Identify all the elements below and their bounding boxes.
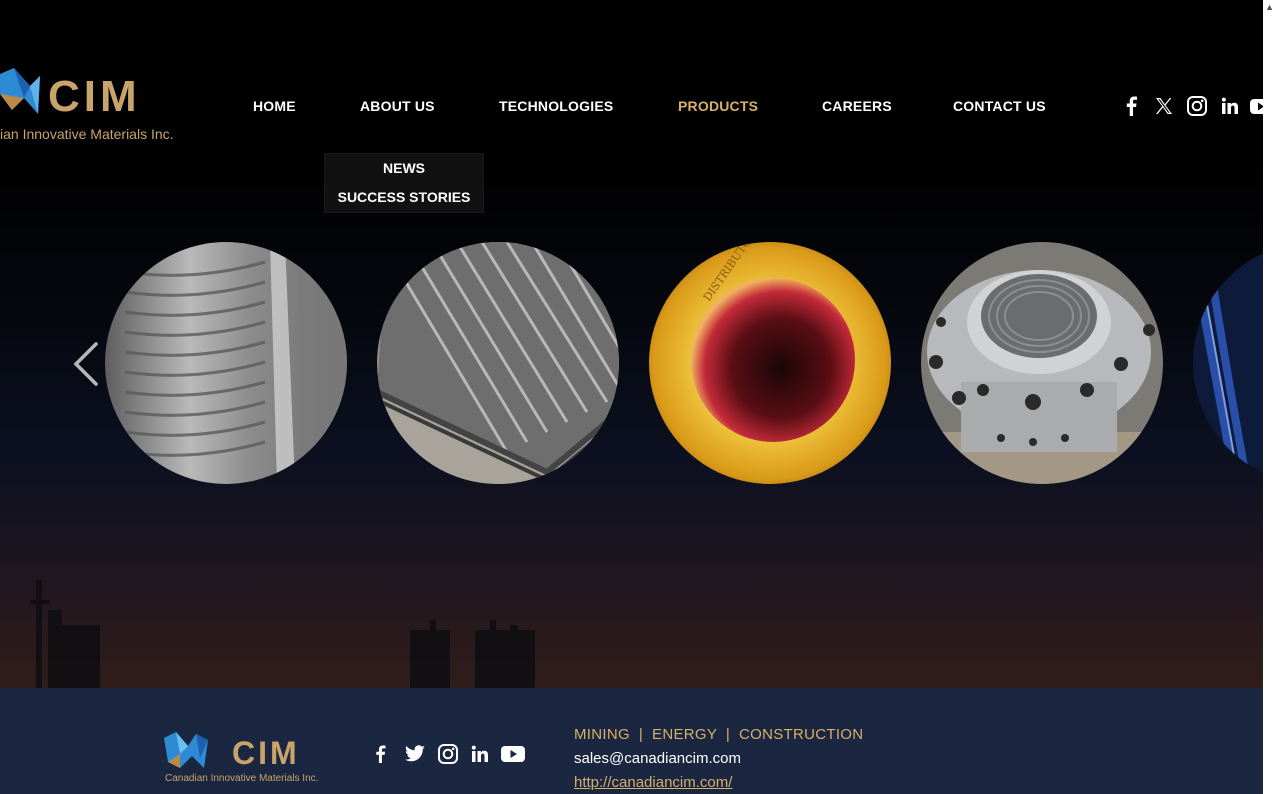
carousel-item-bronze-nozzle[interactable]: DISTRIBUTOR NOZZLE xyxy=(649,242,891,484)
footer-tagline: MINING | ENERGY | CONSTRUCTION xyxy=(574,726,864,743)
dropdown-item-news[interactable]: NEWS xyxy=(325,160,483,176)
nav-technologies[interactable]: TECHNOLOGIES xyxy=(499,98,613,114)
logo-wordmark: CIM xyxy=(48,72,141,121)
scroll-up-arrow-icon[interactable]: ▲ xyxy=(1265,2,1274,12)
bronze-nozzle-image: DISTRIBUTOR NOZZLE xyxy=(649,242,891,484)
industrial-silhouette-background xyxy=(30,580,535,690)
about-dropdown-menu: NEWS SUCCESS STORIES xyxy=(324,153,484,213)
youtube-icon[interactable] xyxy=(1250,97,1263,115)
footer-twitter-icon[interactable] xyxy=(404,745,426,763)
footer: CIM Canadian Innovative Materials Inc. M… xyxy=(0,688,1263,794)
nav-products[interactable]: PRODUCTS xyxy=(678,98,758,114)
carousel-item-clad-plate-stack[interactable] xyxy=(377,242,619,484)
footer-instagram-icon[interactable] xyxy=(437,743,459,765)
page-scrollbar[interactable]: ▲ xyxy=(1263,0,1278,794)
welded-tube-panel-image xyxy=(105,242,347,484)
dropdown-item-success-stories[interactable]: SUCCESS STORIES xyxy=(325,189,483,205)
carousel-item-steel-flange[interactable] xyxy=(921,242,1163,484)
nav-home[interactable]: HOME xyxy=(253,98,296,114)
clad-plate-image xyxy=(377,242,619,484)
x-icon[interactable] xyxy=(1155,97,1173,115)
cim-logo-mark-icon: CIM xyxy=(0,68,141,121)
footer-cim-logo-icon[interactable]: CIM xyxy=(164,728,334,772)
logo-tagline: ian Innovative Materials Inc. xyxy=(0,126,174,142)
footer-email-link[interactable]: sales@canadiancim.com xyxy=(574,750,741,767)
facebook-icon[interactable] xyxy=(1122,95,1142,117)
footer-website-link[interactable]: http://canadiancim.com/ xyxy=(574,774,732,791)
carousel-item-welded-tube-panel[interactable] xyxy=(105,242,347,484)
instagram-icon[interactable] xyxy=(1186,95,1208,117)
carousel-prev-arrow-icon[interactable] xyxy=(70,340,104,388)
footer-facebook-icon[interactable] xyxy=(372,744,390,764)
footer-linkedin-icon[interactable] xyxy=(471,745,489,763)
footer-youtube-icon[interactable] xyxy=(501,744,525,764)
linkedin-icon[interactable] xyxy=(1221,97,1239,115)
nav-careers[interactable]: CAREERS xyxy=(822,98,892,114)
steel-flange-image xyxy=(921,242,1163,484)
nav-about-us[interactable]: ABOUT US xyxy=(360,98,435,114)
nav-contact-us[interactable]: CONTACT US xyxy=(953,98,1046,114)
page: CIM ian Innovative Materials Inc. HOME A… xyxy=(0,0,1278,794)
footer-logo-tagline: Canadian Innovative Materials Inc. xyxy=(165,773,319,784)
header-logo[interactable]: CIM ian Innovative Materials Inc. xyxy=(0,64,200,144)
footer-logo-wordmark: CIM xyxy=(232,735,300,771)
